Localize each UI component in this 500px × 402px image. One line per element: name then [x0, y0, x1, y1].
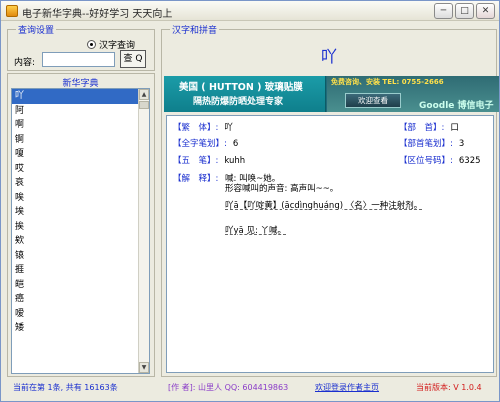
scroll-down-icon[interactable]: ▼ — [139, 362, 149, 373]
radio-selected-icon[interactable] — [87, 40, 96, 49]
list-item[interactable]: 啊 — [12, 118, 139, 133]
list-item[interactable]: 嗄 — [12, 147, 139, 162]
wubi-value: kuhh — [224, 156, 246, 166]
radical-strokes-value: 3 — [458, 139, 465, 149]
minimize-button[interactable]: ─ — [434, 3, 453, 19]
close-button[interactable]: ✕ — [476, 3, 495, 19]
app-icon — [6, 5, 18, 17]
radical-label: 【部 首】: — [399, 123, 445, 133]
query-settings-title: 查询设置 — [16, 23, 57, 36]
status-author: [作 者]: 山里人 QQ: 604419863 — [168, 383, 289, 392]
radical-strokes-field: 【部首笔划】: 3 — [399, 137, 464, 149]
hanzi-pinyin-title: 汉字和拼音 — [170, 23, 220, 36]
list-item[interactable]: 捱 — [12, 263, 139, 278]
hanzi-query-radio[interactable]: 汉字查询 — [87, 38, 135, 51]
ad-brand: Goodle 博信电子 — [419, 101, 494, 111]
ad-banner[interactable]: 美国 ( HUTTON ) 玻璃贴膜 隔热防爆防晒处理专家 免费咨询、安装 TE… — [164, 76, 499, 112]
list-item[interactable]: 吖 — [12, 89, 139, 104]
list-item[interactable]: 唉 — [12, 191, 139, 206]
list-scrollbar[interactable]: ▲ ▼ — [138, 89, 149, 373]
area-code-value: 6325 — [458, 156, 481, 166]
list-item[interactable]: 锿 — [12, 249, 139, 264]
window-title: 电子新华字典--好好学习 天天向上 — [22, 9, 173, 20]
list-item[interactable]: 锕 — [12, 133, 139, 148]
list-item[interactable]: 埃 — [12, 205, 139, 220]
title-bar[interactable]: 电子新华字典--好好学习 天天向上 ─ □ ✕ — [1, 1, 499, 21]
status-version: 当前版本: V 1.0.4 — [416, 383, 482, 392]
query-button[interactable]: 查 Q — [120, 50, 146, 68]
explanation-label: 【解 释】: — [173, 172, 218, 184]
wubi-field: 【五 笔】: kuhh — [173, 154, 245, 166]
explanation-line-3: 吖ā【吖啶黄】(ācdìnghuáng) 〈名〉一种注射剂。 — [225, 201, 423, 211]
explanation-line-4: 吖yā 见: 丫喊。 — [225, 226, 287, 236]
status-record-count: 当前在第 1条, 共有 16163条 — [13, 383, 118, 392]
ad-title: 美国 ( HUTTON ) 玻璃贴膜 — [179, 82, 303, 93]
ad-contact: 免费咨询、安装 TEL: 0755-2666 — [331, 78, 444, 86]
explanation-label-text: 【解 释】: — [173, 174, 219, 184]
traditional-value: 吖 — [224, 123, 233, 133]
list-item[interactable]: 欸 — [12, 234, 139, 249]
app-window: 电子新华字典--好好学习 天天向上 ─ □ ✕ 查询设置 汉字查询 内容: 查 … — [0, 0, 500, 402]
total-strokes-field: 【全字笔划】: 6 — [173, 137, 238, 149]
total-strokes-label: 【全字笔划】: — [173, 139, 227, 149]
maximize-button[interactable]: □ — [455, 3, 474, 19]
ad-subtitle: 隔热防爆防晒处理专家 — [193, 97, 284, 107]
ad-banner-left: 美国 ( HUTTON ) 玻璃贴膜 隔热防爆防晒处理专家 — [164, 76, 326, 112]
area-code-label: 【区位号码】: — [399, 156, 453, 166]
radical-strokes-label: 【部首笔划】: — [399, 139, 453, 149]
current-character: 吖 — [320, 47, 337, 66]
content-label: 内容: — [14, 58, 36, 68]
explanation-line-2: 形容喊叫的声音: 高声叫~~。 — [225, 184, 339, 194]
radical-field: 【部 首】: 口 — [399, 121, 459, 133]
detail-panel: 【繁 体】: 吖 【部 首】: 口 【全字笔划】: 6 【部首笔划】: 3 【五 笔】:… — [166, 115, 494, 373]
list-item[interactable]: 皑 — [12, 278, 139, 293]
wubi-label: 【五 笔】: — [173, 156, 219, 166]
total-strokes-value: 6 — [232, 139, 239, 149]
scroll-up-icon[interactable]: ▲ — [139, 89, 149, 100]
list-item[interactable]: 哀 — [12, 176, 139, 191]
list-item[interactable]: 挨 — [12, 220, 139, 235]
author-homepage-link[interactable]: 欢迎登录作者主页 — [315, 382, 379, 394]
list-item[interactable]: 嗳 — [12, 307, 139, 322]
dictionary-list[interactable]: 吖阿啊锕嗄哎哀唉埃挨欸锿捱皑癌嗳矮 ▲ ▼ — [11, 88, 150, 374]
scroll-thumb[interactable] — [139, 101, 149, 109]
traditional-field: 【繁 体】: 吖 — [173, 121, 233, 133]
list-item[interactable]: 矮 — [12, 321, 139, 336]
list-item[interactable]: 阿 — [12, 104, 139, 119]
search-input[interactable] — [42, 52, 115, 67]
traditional-label: 【繁 体】: — [173, 123, 219, 133]
radical-value: 口 — [450, 123, 459, 133]
area-code-field: 【区位号码】: 6325 — [399, 154, 481, 166]
list-item[interactable]: 癌 — [12, 292, 139, 307]
ad-view-button[interactable]: 欢迎查看 — [345, 93, 401, 108]
ad-banner-right: 免费咨询、安装 TEL: 0755-2666 欢迎查看 Goodle 博信电子 — [327, 76, 499, 112]
list-item[interactable]: 哎 — [12, 162, 139, 177]
